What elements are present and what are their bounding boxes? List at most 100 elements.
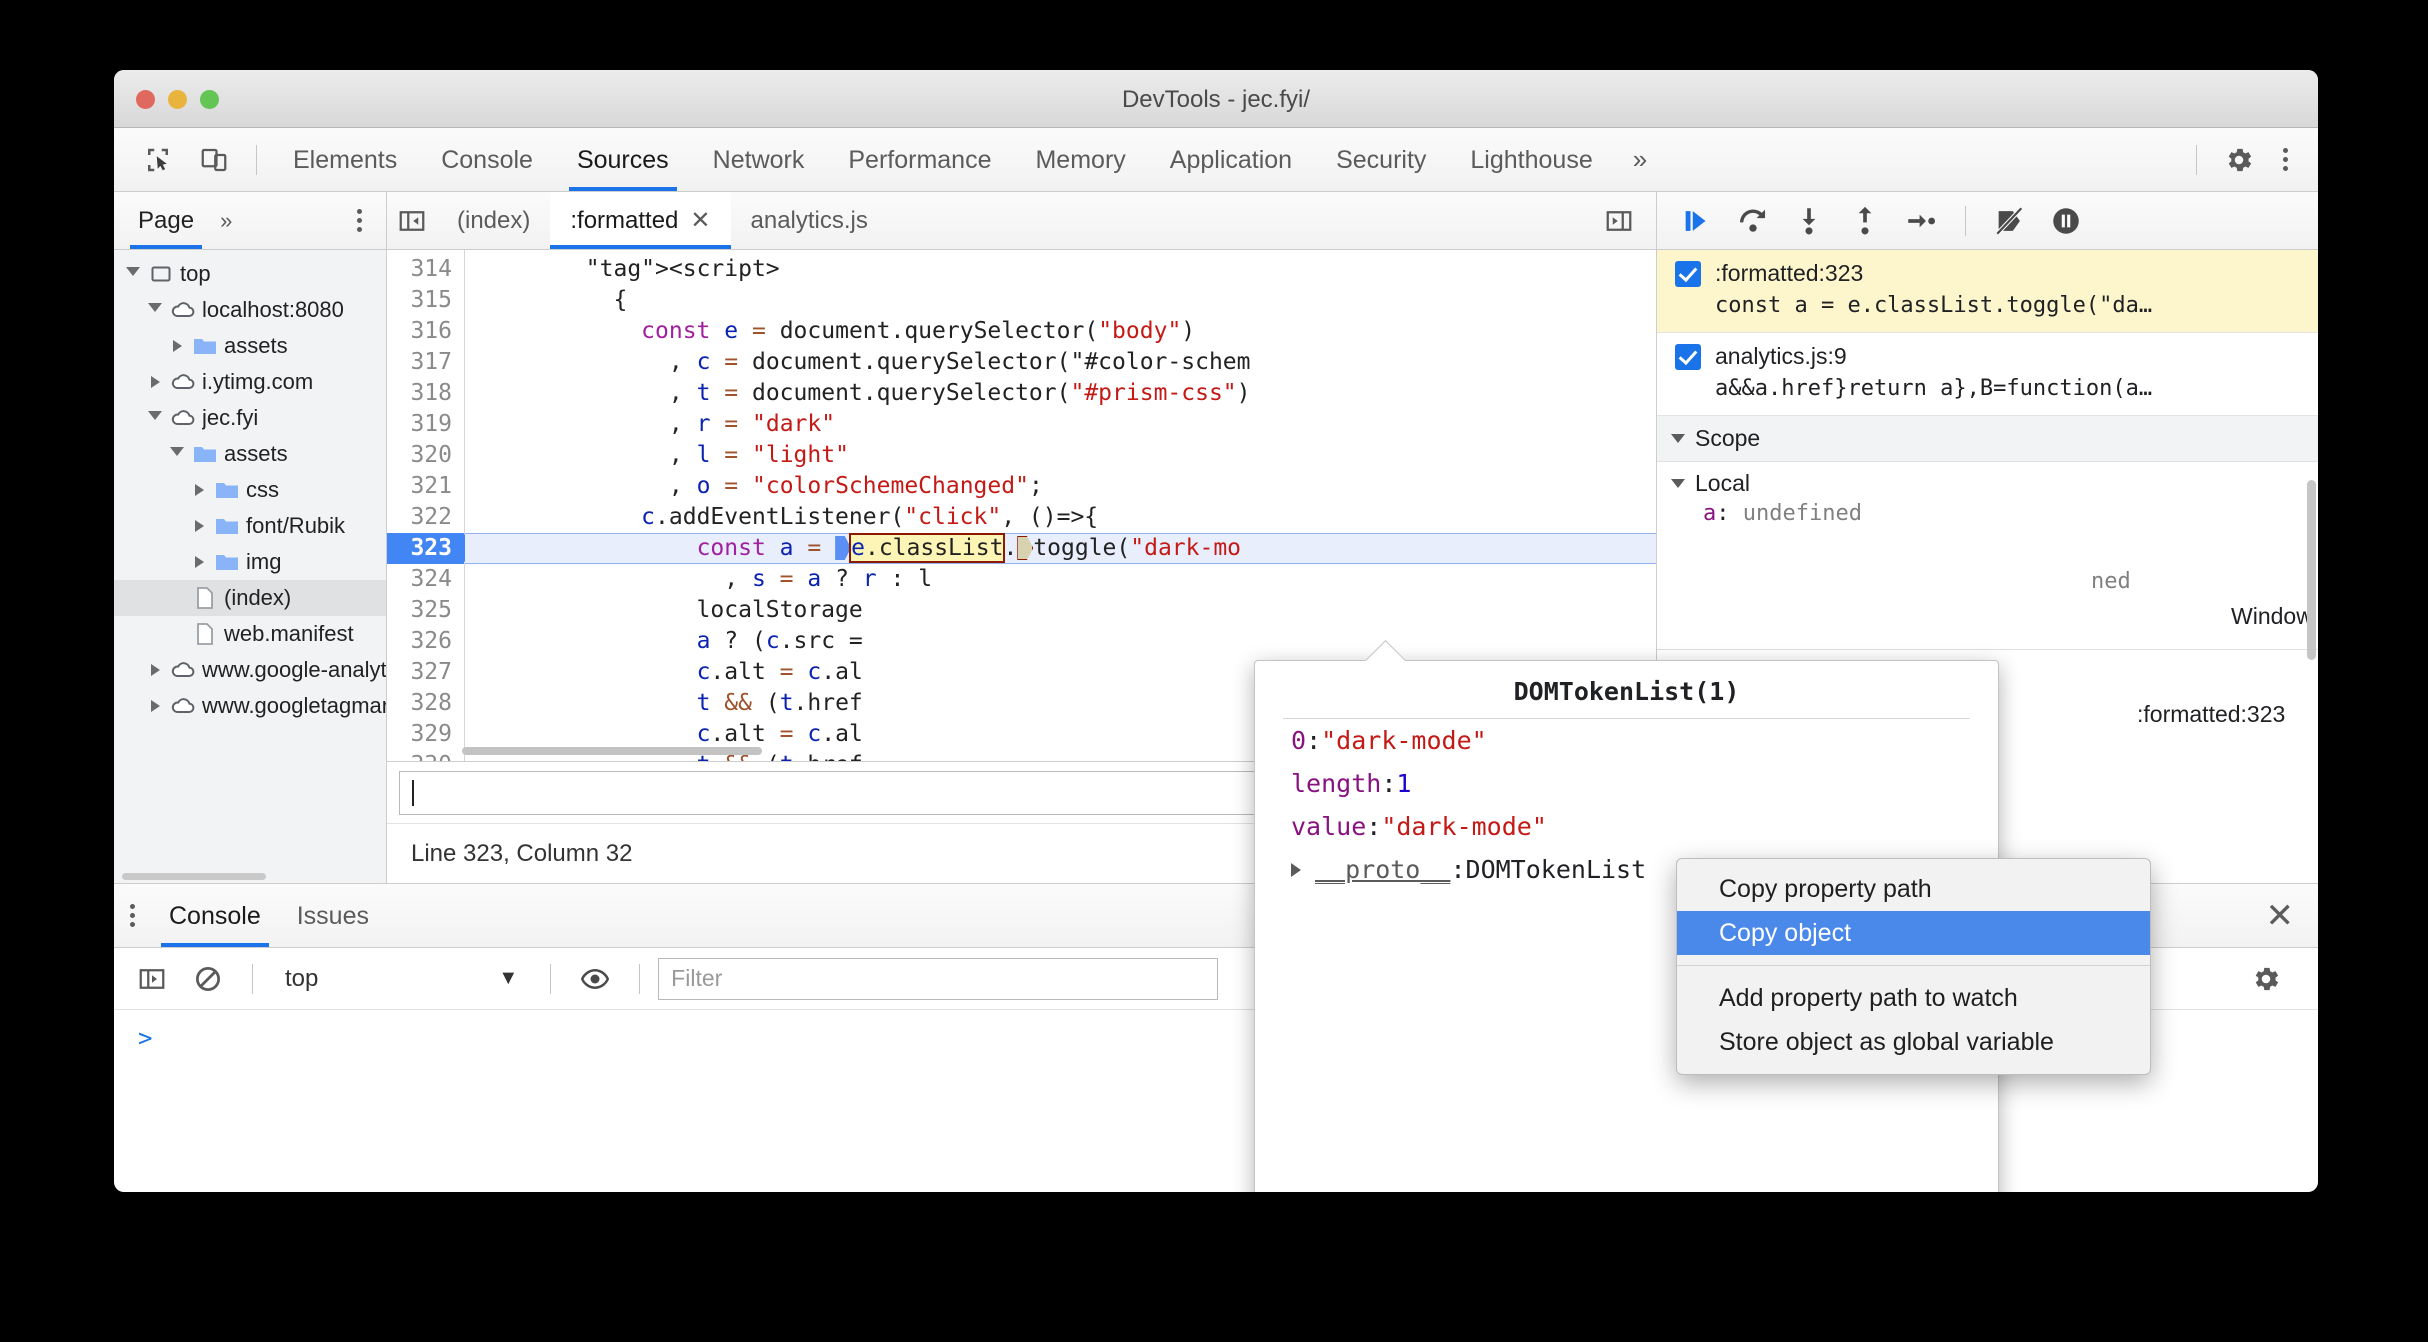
- gear-icon[interactable]: [2240, 956, 2292, 1002]
- tree-expand-toggle[interactable]: [186, 520, 212, 532]
- tree-expand-toggle[interactable]: [142, 302, 168, 318]
- line-number[interactable]: 319: [387, 409, 464, 440]
- tree-expand-toggle[interactable]: [142, 664, 168, 676]
- code-line[interactable]: c.addEventListener("click", ()=>{: [465, 502, 1656, 533]
- device-toolbar-icon[interactable]: [186, 136, 242, 184]
- code-line[interactable]: a ? (c.src =: [465, 626, 1656, 657]
- deactivate-breakpoints-icon[interactable]: [1984, 198, 2036, 244]
- line-number[interactable]: 321: [387, 471, 464, 502]
- tab-security[interactable]: Security: [1314, 129, 1448, 191]
- tree-expand-toggle[interactable]: [120, 266, 146, 282]
- code-line[interactable]: "tag"><script>: [465, 254, 1656, 285]
- tab-lighthouse[interactable]: Lighthouse: [1448, 129, 1614, 191]
- code-line-paused[interactable]: const a = e.classList. toggle("dark-mo: [465, 533, 1656, 564]
- tab-console[interactable]: Console: [419, 129, 555, 191]
- step-into-marker[interactable]: [835, 536, 852, 560]
- line-number-paused[interactable]: 323: [387, 533, 479, 564]
- breakpoint-checkbox[interactable]: [1675, 343, 1701, 370]
- context-menu-item[interactable]: Store object as global variable: [1677, 1020, 2150, 1064]
- line-number[interactable]: 320: [387, 440, 464, 471]
- tree-item-www-google-analytics[interactable]: www.google-analytics: [114, 652, 386, 688]
- line-number[interactable]: 322: [387, 502, 464, 533]
- tab-sources[interactable]: Sources: [555, 129, 691, 191]
- code-line[interactable]: , c = document.querySelector("#color-sch…: [465, 347, 1656, 378]
- breakpoint-item[interactable]: analytics.js:9 a&&a.href}return a},B=func…: [1657, 333, 2318, 416]
- line-number[interactable]: 317: [387, 347, 464, 378]
- step-icon[interactable]: [1895, 198, 1947, 244]
- drawer-menu-icon[interactable]: [114, 904, 151, 927]
- tree-item-www-googletagmanag[interactable]: www.googletagmanag: [114, 688, 386, 724]
- tree-item-img[interactable]: img: [114, 544, 386, 580]
- context-menu-item[interactable]: Copy property path: [1677, 867, 2150, 911]
- code-line[interactable]: , l = "light": [465, 440, 1656, 471]
- pause-on-exceptions-icon[interactable]: [2040, 198, 2092, 244]
- tree-item-i-ytimg-com[interactable]: i.ytimg.com: [114, 364, 386, 400]
- tree-item-css[interactable]: css: [114, 472, 386, 508]
- console-sidebar-icon[interactable]: [126, 956, 178, 1002]
- tree-item-assets[interactable]: assets: [114, 436, 386, 472]
- close-icon[interactable]: ✕: [2266, 899, 2319, 933]
- object-property-row[interactable]: 0: "dark-mode": [1255, 719, 1998, 762]
- code-line[interactable]: , o = "colorSchemeChanged";: [465, 471, 1656, 502]
- tab-performance[interactable]: Performance: [826, 129, 1013, 191]
- resume-script-execution-icon[interactable]: [1671, 198, 1723, 244]
- tab-application[interactable]: Application: [1148, 129, 1314, 191]
- filter-input[interactable]: Filter: [658, 957, 1219, 1000]
- file-tab-formatted[interactable]: :formatted ✕: [550, 192, 731, 249]
- gear-icon[interactable]: [2211, 136, 2267, 184]
- code-line[interactable]: localStorage: [465, 595, 1656, 626]
- code-line[interactable]: , t = document.querySelector("#prism-css…: [465, 378, 1656, 409]
- code-line[interactable]: , s = a ? r : l: [465, 564, 1656, 595]
- close-icon[interactable]: ✕: [690, 192, 710, 249]
- line-number[interactable]: 327: [387, 657, 464, 688]
- tree-item-jec-fyi[interactable]: jec.fyi: [114, 400, 386, 436]
- drawer-tab-issues[interactable]: Issues: [279, 885, 387, 947]
- kebab-menu-icon[interactable]: [2267, 148, 2304, 171]
- navigator-more-button[interactable]: »: [210, 208, 242, 234]
- expand-sidebar-icon[interactable]: [1594, 206, 1644, 236]
- drawer-tab-console[interactable]: Console: [151, 885, 279, 947]
- tree-expand-toggle[interactable]: [186, 556, 212, 568]
- object-property-row[interactable]: length: 1: [1255, 762, 1998, 805]
- tree-item-top[interactable]: top: [114, 256, 386, 292]
- tree-expand-toggle[interactable]: [142, 410, 168, 426]
- selected-expression[interactable]: e.classList: [849, 533, 1006, 563]
- code-line[interactable]: {: [465, 285, 1656, 316]
- clear-console-icon[interactable]: [182, 956, 234, 1002]
- line-number[interactable]: 318: [387, 378, 464, 409]
- tree-expand-toggle[interactable]: [164, 340, 190, 352]
- tab-network[interactable]: Network: [691, 129, 827, 191]
- navigator-menu-icon[interactable]: [341, 209, 378, 232]
- tree-expand-toggle[interactable]: [142, 700, 168, 712]
- line-number[interactable]: 328: [387, 688, 464, 719]
- file-tab-analytics[interactable]: analytics.js: [731, 192, 888, 249]
- context-menu-item[interactable]: Add property path to watch: [1677, 976, 2150, 1020]
- context-menu-item[interactable]: Copy object: [1677, 911, 2150, 955]
- console-context-selector[interactable]: top ▼: [271, 965, 532, 993]
- line-number-gutter[interactable]: 314 315 316 317 318 319 320 321 322 323 324 325 326 3…: [387, 250, 479, 761]
- navigator-tab-page[interactable]: Page: [122, 193, 210, 249]
- inspect-element-icon[interactable]: [130, 136, 186, 184]
- expand-triangle-icon[interactable]: [1291, 862, 1301, 877]
- code-line[interactable]: const e = document.querySelector("body"): [465, 316, 1656, 347]
- file-tab-index[interactable]: (index): [437, 192, 550, 249]
- line-number[interactable]: 326: [387, 626, 464, 657]
- tree-expand-toggle[interactable]: [164, 446, 190, 462]
- line-number[interactable]: 325: [387, 595, 464, 626]
- tab-elements[interactable]: Elements: [271, 129, 419, 191]
- tree-item-localhost-8080[interactable]: localhost:8080: [114, 292, 386, 328]
- breakpoint-item[interactable]: :formatted:323 const a = e.classList.togg…: [1657, 250, 2318, 333]
- step-out-icon[interactable]: [1839, 198, 1891, 244]
- tree-item-assets[interactable]: assets: [114, 328, 386, 364]
- breakpoint-checkbox[interactable]: [1675, 260, 1701, 287]
- scope-global-window[interactable]: Window: [1671, 599, 2318, 633]
- scope-variable-a[interactable]: a: undefined: [1671, 497, 2318, 531]
- tree-expand-toggle[interactable]: [142, 376, 168, 388]
- step-into-icon[interactable]: [1783, 198, 1835, 244]
- code-line[interactable]: , r = "dark": [465, 409, 1656, 440]
- tree-item--index-[interactable]: (index): [114, 580, 386, 616]
- collapse-sidebar-icon[interactable]: [387, 206, 437, 236]
- line-number[interactable]: 324: [387, 564, 464, 595]
- object-property-row[interactable]: value: "dark-mode": [1255, 805, 1998, 848]
- live-expression-icon[interactable]: [569, 956, 621, 1002]
